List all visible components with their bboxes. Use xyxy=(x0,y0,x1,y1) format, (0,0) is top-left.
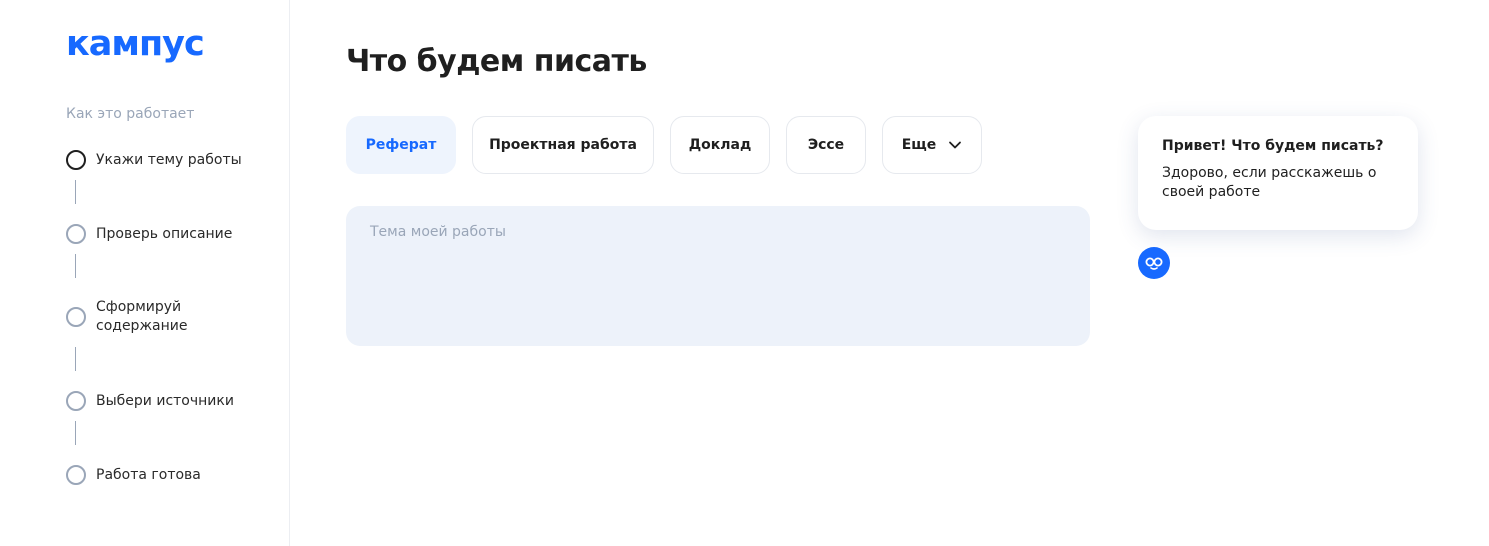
step-label: Сформируй содержание xyxy=(96,299,188,334)
step-contents: Сформируй содержание xyxy=(66,298,216,336)
step-connector xyxy=(75,421,76,445)
tab-label: Реферат xyxy=(365,137,437,153)
step-connector xyxy=(75,254,76,278)
sidebar: кампус Как это работает Укажи тему работ… xyxy=(0,0,290,546)
step-description: Проверь описание xyxy=(66,224,232,244)
assistant-message: Привет! Что будем писать? Здорово, если … xyxy=(1138,116,1418,230)
step-circle-icon xyxy=(66,391,86,411)
tab-label: Доклад xyxy=(688,137,752,153)
bot-avatar-icon xyxy=(1138,247,1170,279)
step-topic: Укажи тему работы xyxy=(66,150,242,170)
step-sources: Выбери источники xyxy=(66,391,234,411)
how-it-works-title: Как это работает xyxy=(66,106,195,122)
page-title: Что будем писать xyxy=(346,44,647,79)
assistant-greeting: Привет! Что будем писать? xyxy=(1162,138,1384,154)
step-circle-icon xyxy=(66,224,86,244)
tab-project[interactable]: Проектная работа xyxy=(472,116,654,174)
step-label: Работа готова xyxy=(96,466,201,483)
tab-label: Еще xyxy=(901,137,937,153)
topic-input[interactable] xyxy=(346,206,1090,346)
bot-face-icon xyxy=(1145,257,1163,270)
step-circle-icon xyxy=(66,465,86,485)
assistant-text: Здорово, если расскажешь о своей работе xyxy=(1162,165,1377,200)
step-connector xyxy=(75,347,76,371)
step-connector xyxy=(75,180,76,204)
tab-essay[interactable]: Эссе xyxy=(786,116,866,174)
tab-report[interactable]: Доклад xyxy=(670,116,770,174)
tab-label: Эссе xyxy=(807,137,845,153)
step-label: Укажи тему работы xyxy=(96,151,242,168)
step-circle-icon xyxy=(66,150,86,170)
chevron-down-icon xyxy=(949,141,962,149)
step-done: Работа готова xyxy=(66,465,201,485)
step-label: Проверь описание xyxy=(96,225,233,242)
tab-label: Проектная работа xyxy=(489,137,637,153)
tab-referat[interactable]: Реферат xyxy=(346,116,456,174)
logo[interactable]: кампус xyxy=(66,24,205,64)
step-label: Выбери источники xyxy=(96,392,234,409)
tab-more[interactable]: Еще xyxy=(882,116,982,174)
step-circle-icon xyxy=(66,307,86,327)
